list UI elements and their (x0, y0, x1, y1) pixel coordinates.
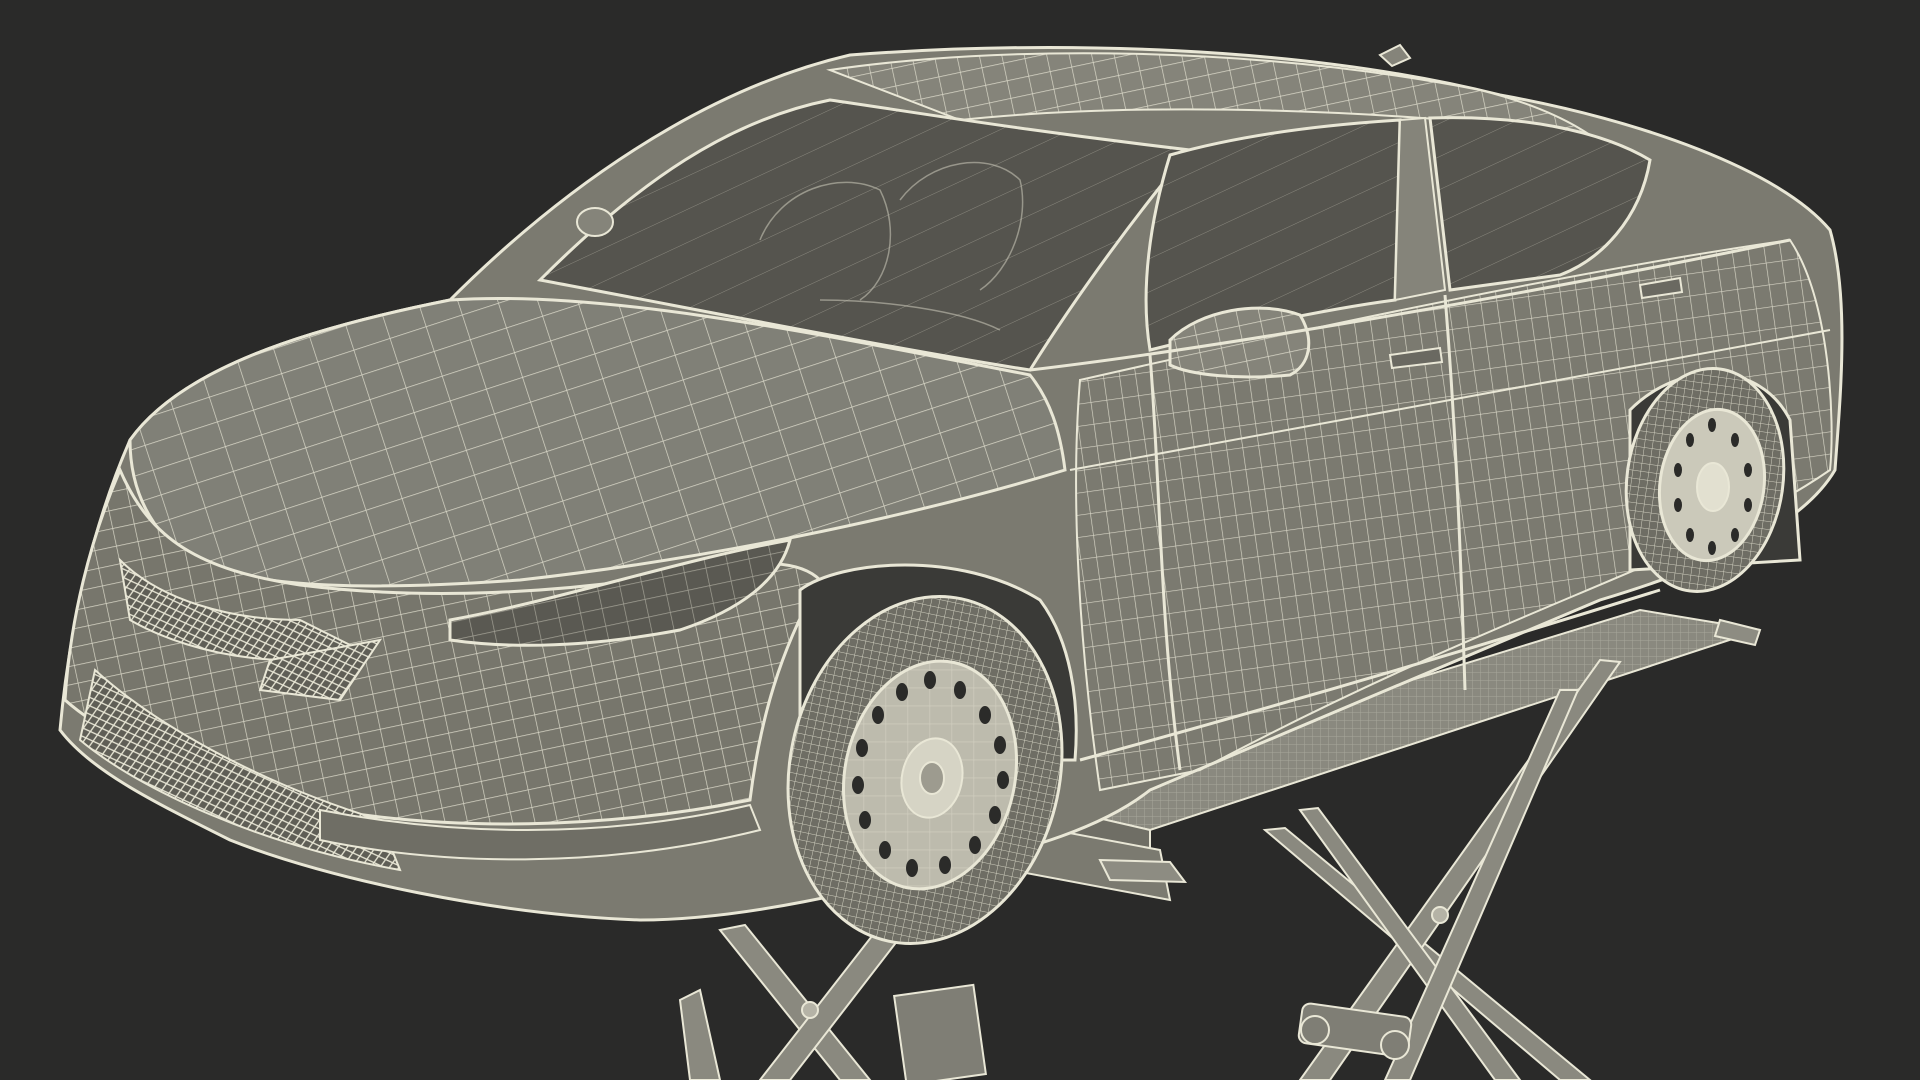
wireframe-render (58, 43, 1844, 1080)
render-viewport (0, 0, 1920, 1080)
